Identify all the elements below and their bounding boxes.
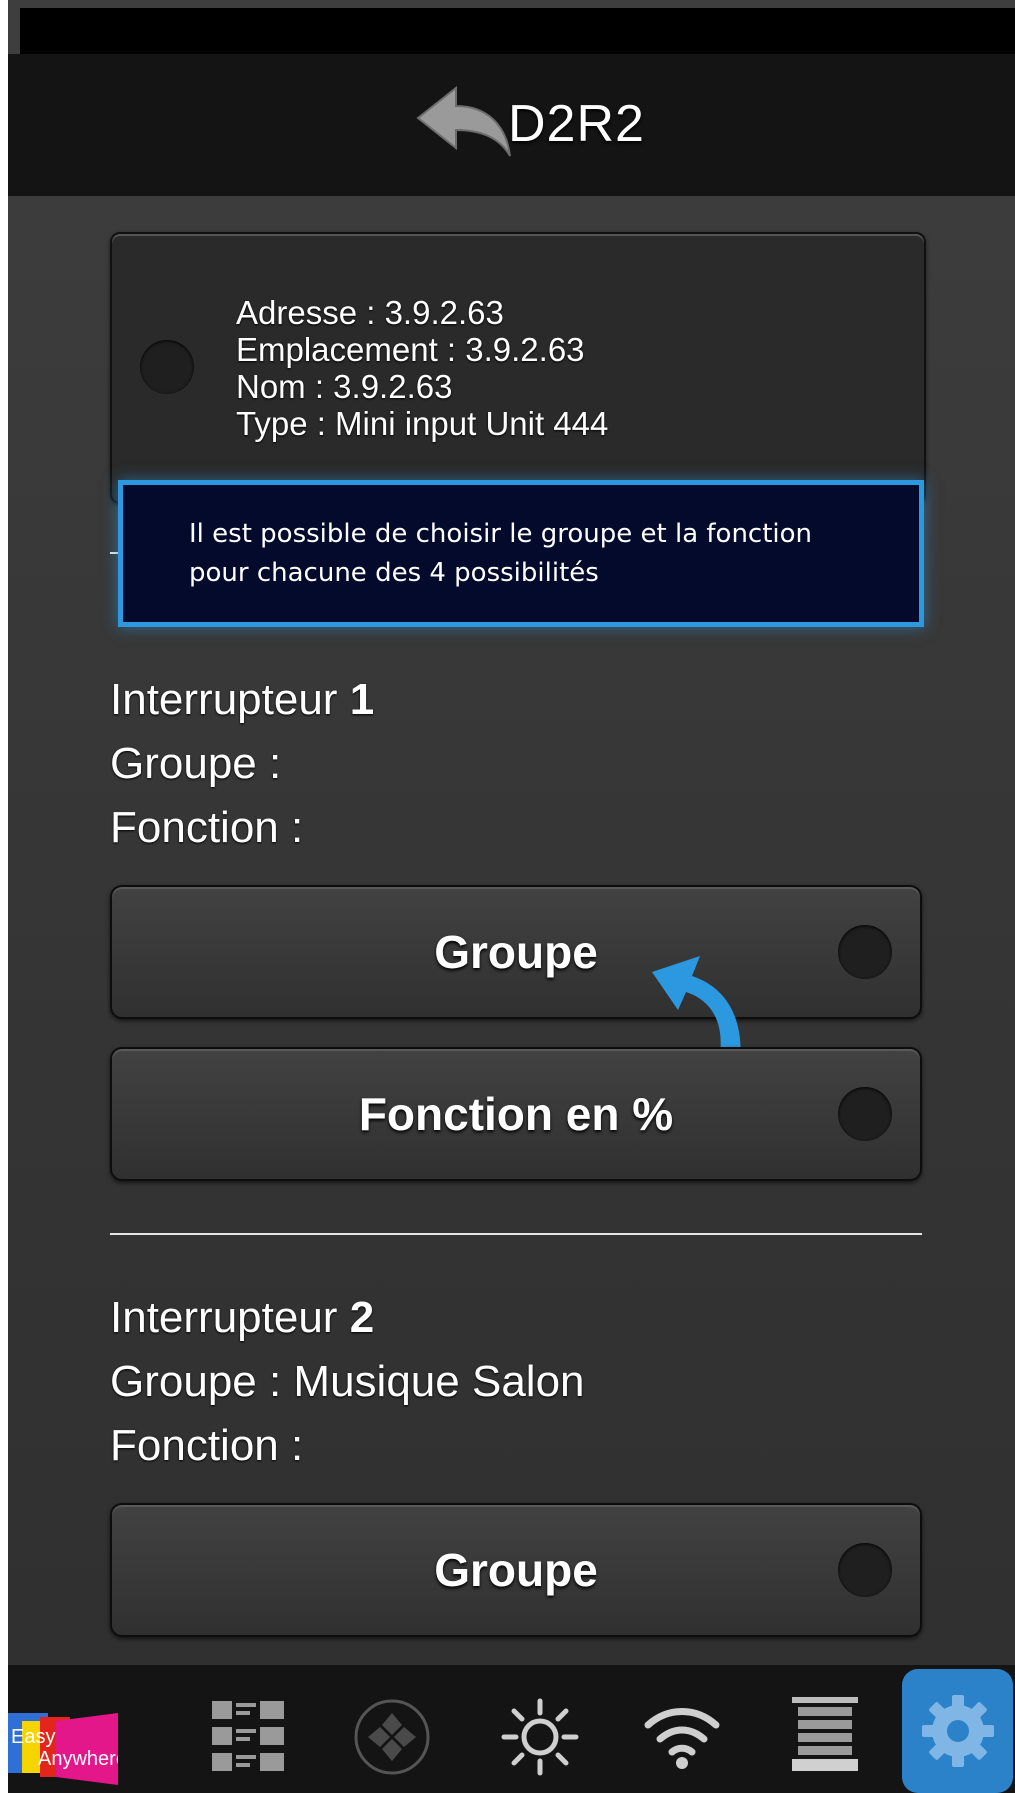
tab-remote[interactable]: [348, 1665, 438, 1793]
page-title: D2R2: [508, 95, 645, 153]
switch-1-number: 1: [349, 675, 375, 724]
group-button-label: Groupe: [434, 1544, 598, 1596]
switch-2-group: Groupe : Musique Salon: [110, 1357, 585, 1406]
button-indicator: [838, 925, 892, 979]
divider: [110, 1233, 922, 1235]
dpad-icon: [354, 1699, 430, 1775]
tooltip-text: Il est possible de choisir le groupe et …: [189, 519, 813, 588]
switch-1-function-button[interactable]: Fonction en %: [110, 1047, 922, 1181]
group-button-label: Groupe: [434, 926, 598, 978]
function-button-label: Fonction en %: [358, 1088, 674, 1140]
sun-icon: [501, 1698, 579, 1776]
grid-icon: [212, 1701, 284, 1771]
switch-1-group-button[interactable]: Groupe: [110, 885, 922, 1019]
logo-text-anywhere: Anywhere: [38, 1748, 118, 1770]
bottom-tab-bar: Easy Anywhere: [8, 1665, 1015, 1793]
app-screen: D2R2 Adresse : 3.9.2.63 Emplacement : 3.…: [8, 0, 1015, 1793]
gear-icon: [922, 1695, 994, 1767]
wifi-icon: [644, 1708, 720, 1769]
status-bar: [20, 8, 1015, 54]
device-type: Type : Mini input Unit 444: [236, 405, 609, 442]
tab-settings[interactable]: [902, 1669, 1013, 1793]
device-info-card[interactable]: Adresse : 3.9.2.63 Emplacement : 3.9.2.6…: [110, 232, 926, 504]
easyanywhere-logo[interactable]: Easy Anywhere: [8, 1665, 128, 1793]
tab-blinds[interactable]: [780, 1665, 870, 1793]
tab-lighting[interactable]: [494, 1665, 584, 1793]
logo-text-easy: Easy: [11, 1726, 55, 1748]
switch-1-group: Groupe :: [110, 739, 282, 788]
help-tooltip: Il est possible de choisir le groupe et …: [118, 480, 924, 627]
device-address: Adresse : 3.9.2.63: [236, 294, 504, 331]
device-location: Emplacement : 3.9.2.63: [236, 331, 585, 368]
button-indicator: [838, 1087, 892, 1141]
tab-grid[interactable]: [200, 1665, 300, 1793]
switch-2-number: 2: [349, 1293, 375, 1342]
status-indicator: [140, 340, 194, 394]
device-name: Nom : 3.9.2.63: [236, 368, 453, 405]
switch-1-function: Fonction :: [110, 803, 304, 852]
switch-1-info: Interrupteur 1 Groupe : Fonction :: [110, 668, 374, 860]
tab-network[interactable]: [638, 1665, 728, 1793]
switch-1-title: Interrupteur: [110, 675, 350, 724]
switch-2-function: Fonction :: [110, 1421, 304, 1470]
switch-2-group-button[interactable]: Groupe: [110, 1503, 922, 1637]
button-indicator: [838, 1543, 892, 1597]
blinds-icon: [792, 1697, 858, 1771]
switch-2-title: Interrupteur: [110, 1293, 350, 1342]
switch-2-info: Interrupteur 2 Groupe : Musique Salon Fo…: [110, 1286, 585, 1478]
back-arrow-icon[interactable]: [408, 82, 518, 162]
header-bar: D2R2: [8, 54, 1015, 196]
